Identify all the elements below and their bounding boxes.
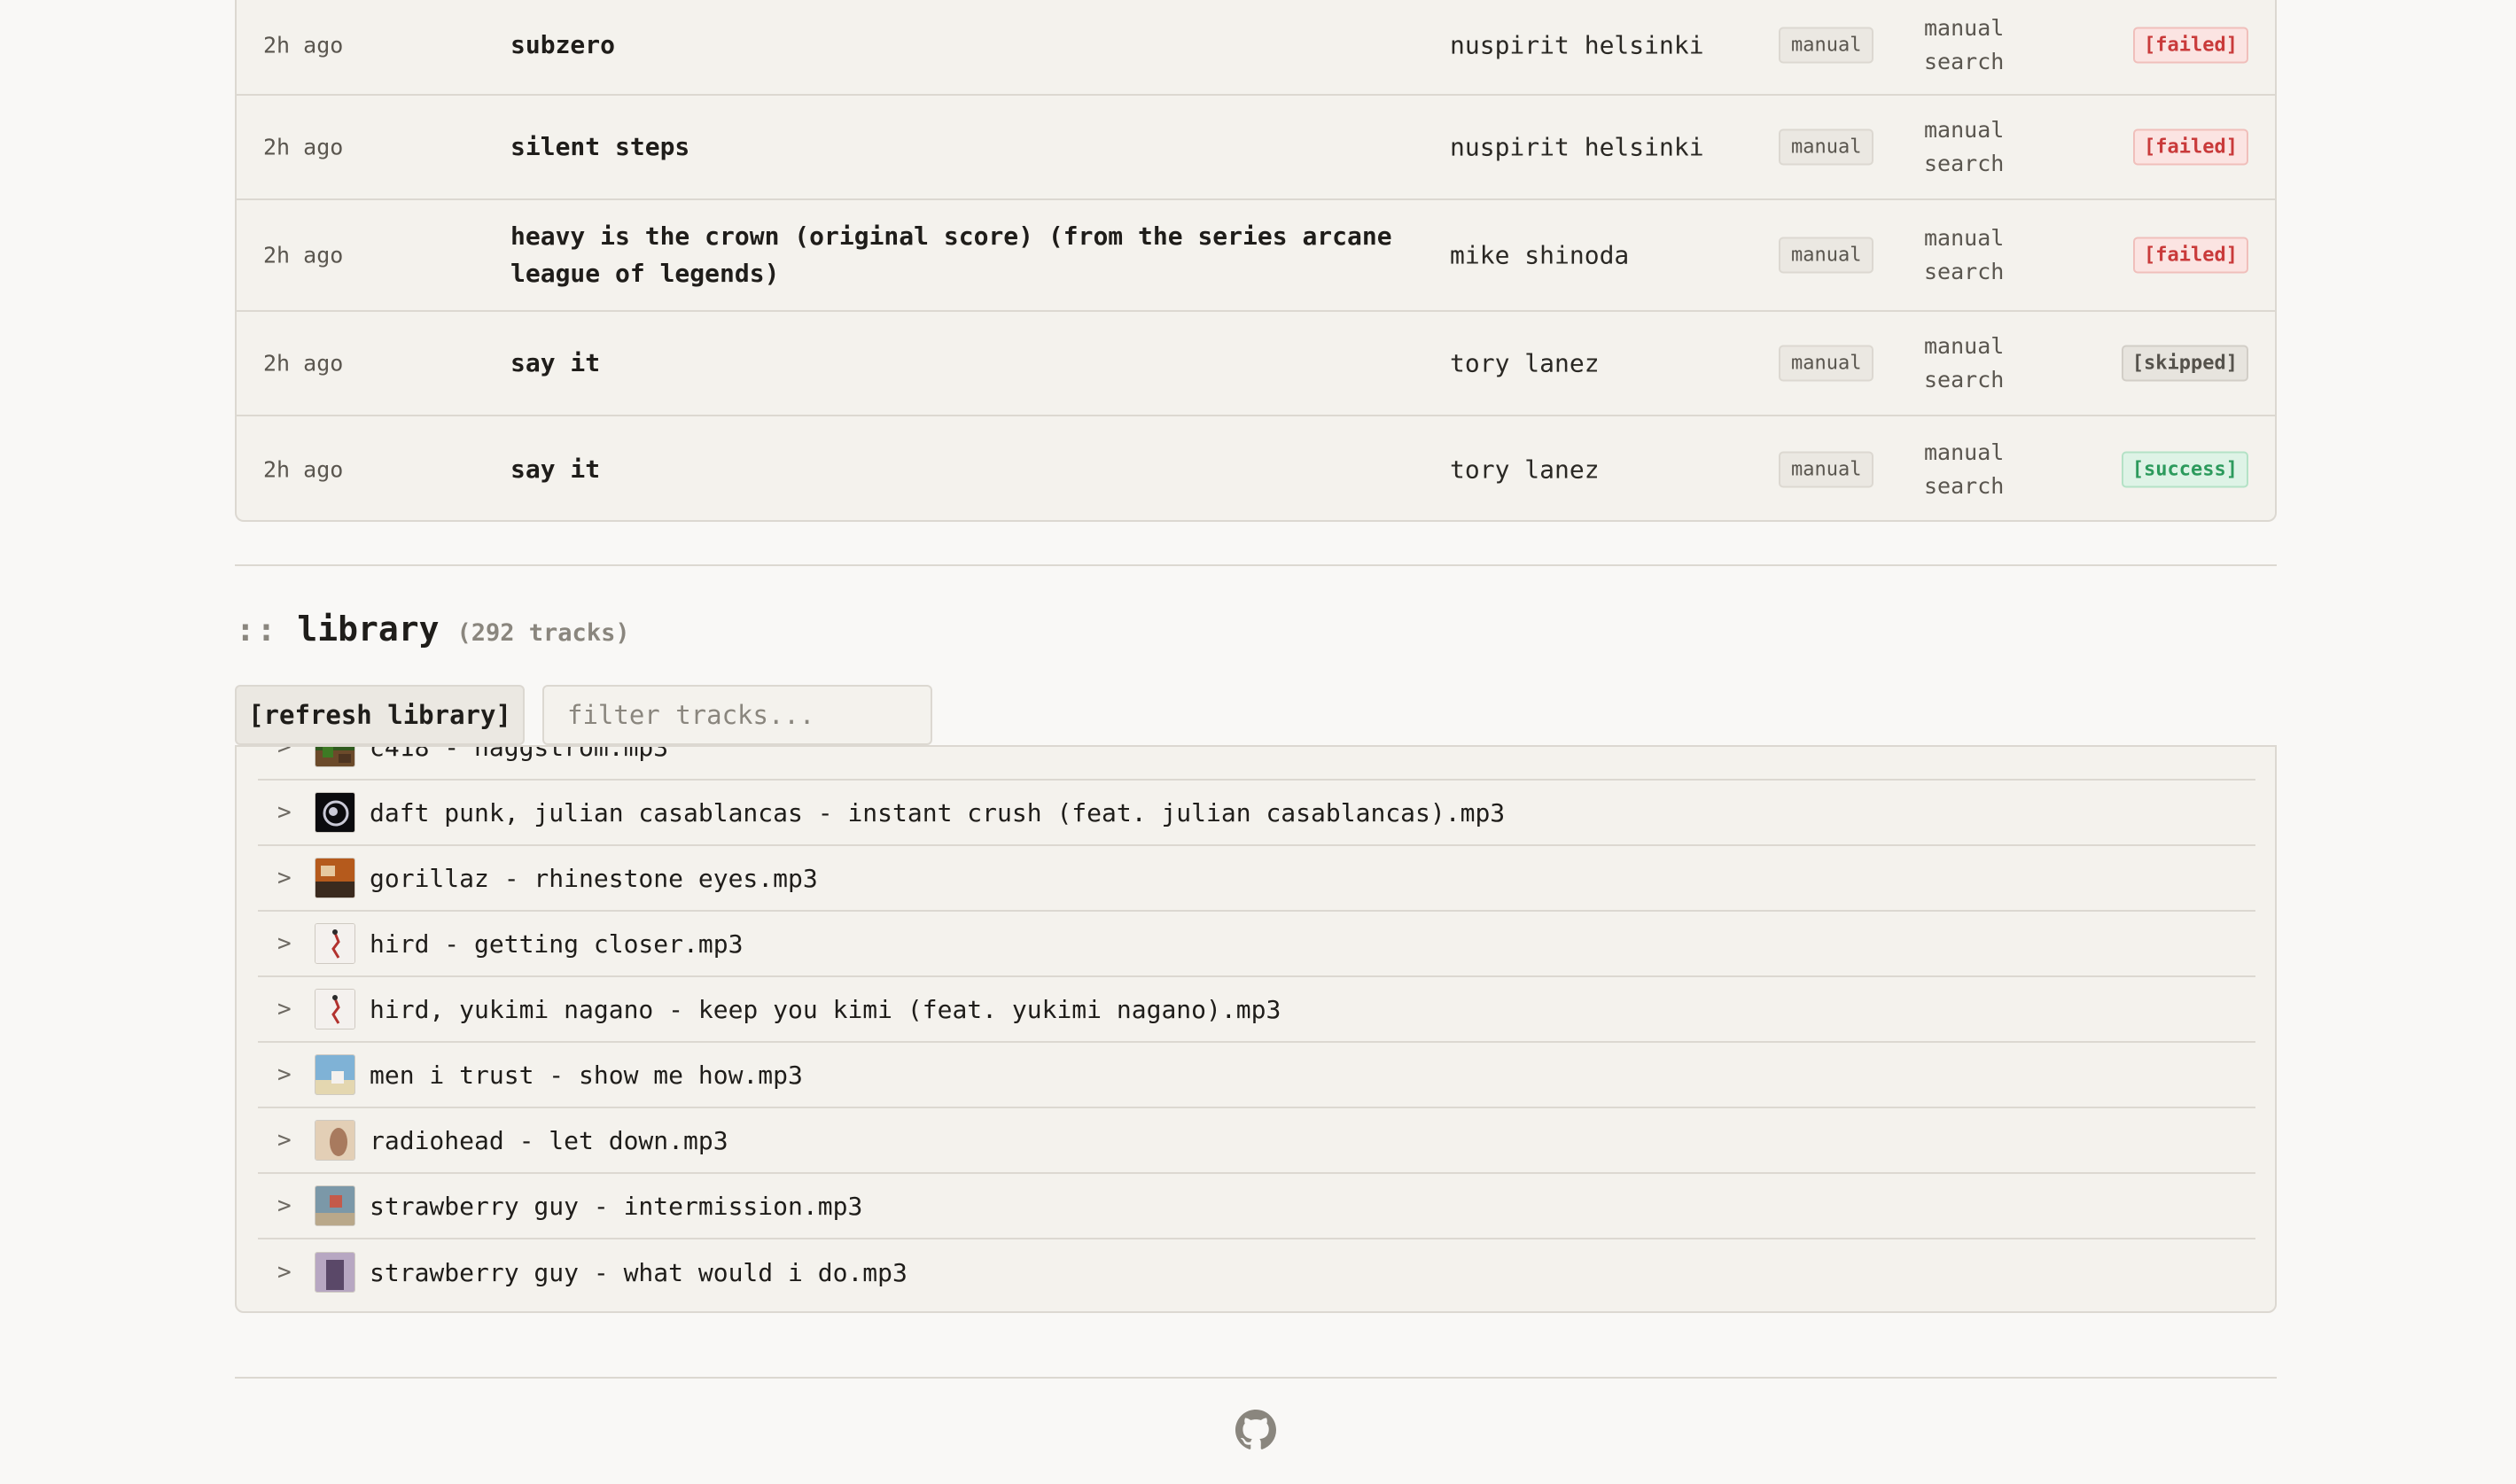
section-divider — [235, 564, 2277, 566]
chevron-right-icon: > — [277, 1127, 292, 1154]
row-time: 2h ago — [263, 350, 344, 377]
status-badge: [failed] — [2133, 27, 2248, 64]
row-artist: nuspirit helsinki — [1450, 30, 1704, 60]
track-name: men i trust - show me how.mp3 — [370, 1060, 803, 1090]
list-item[interactable]: > radiohead - let down.mp3 — [258, 1108, 2255, 1174]
row-type-badge: manual — [1779, 345, 1874, 382]
row-artist: nuspirit helsinki — [1450, 132, 1704, 162]
album-art-icon — [315, 1120, 355, 1161]
album-art-icon — [315, 1054, 355, 1095]
list-item[interactable]: > hird - getting closer.mp3 — [258, 912, 2255, 977]
track-list[interactable]: > c418 - haggstrom.mp3 > daft punk, juli… — [235, 745, 2277, 1313]
track-name: c418 - haggstrom.mp3 — [370, 745, 669, 762]
list-item[interactable]: > strawberry guy - what would i do.mp3 — [258, 1239, 2255, 1305]
track-name: radiohead - let down.mp3 — [370, 1125, 728, 1155]
track-name: hird, yukimi nagano - keep you kimi (fea… — [370, 994, 1281, 1024]
status-badge: [skipped] — [2121, 345, 2248, 382]
row-source: manual search — [1924, 225, 2005, 284]
row-source: manual search — [1924, 439, 2005, 499]
table-row: 2h ago heavy is the crown (original scor… — [237, 200, 2275, 312]
list-item[interactable]: > c418 - haggstrom.mp3 — [258, 745, 2255, 781]
row-artist: tory lanez — [1450, 455, 1600, 484]
album-art-icon — [315, 858, 355, 898]
row-type-badge: manual — [1779, 128, 1874, 166]
row-time: 2h ago — [263, 32, 344, 58]
row-type-badge: manual — [1779, 451, 1874, 487]
row-source: manual search — [1924, 15, 2005, 74]
list-item[interactable]: > gorillaz - rhinestone eyes.mp3 — [258, 846, 2255, 912]
library-header: :: library (292 tracks) — [236, 610, 630, 659]
track-count: (292 tracks) — [456, 619, 630, 647]
album-art-icon — [315, 747, 355, 767]
row-source: manual search — [1924, 117, 2005, 176]
chevron-right-icon: > — [277, 1061, 292, 1088]
section-title: library — [297, 610, 440, 649]
status-badge: [failed] — [2133, 128, 2248, 166]
chevron-right-icon: > — [277, 745, 292, 760]
track-name: gorillaz - rhinestone eyes.mp3 — [370, 863, 818, 893]
album-art-icon — [315, 1252, 355, 1293]
table-row: 2h ago subzero nuspirit helsinki manual … — [237, 0, 2275, 96]
filter-tracks-input[interactable] — [542, 685, 932, 745]
album-art-icon — [315, 792, 355, 833]
track-name: strawberry guy - what would i do.mp3 — [370, 1257, 907, 1287]
section-prefix: :: — [236, 612, 278, 649]
row-time: 2h ago — [263, 456, 344, 482]
row-title: say it — [510, 348, 601, 377]
track-name: hird - getting closer.mp3 — [370, 928, 744, 959]
row-title: say it — [510, 454, 601, 484]
table-row: 2h ago say it tory lanez manual manual s… — [237, 312, 2275, 416]
album-art-icon — [315, 989, 355, 1029]
row-time: 2h ago — [263, 134, 344, 160]
chevron-right-icon: > — [277, 799, 292, 826]
list-item[interactable]: > men i trust - show me how.mp3 — [258, 1043, 2255, 1108]
row-type-badge: manual — [1779, 237, 1874, 274]
list-item[interactable]: > daft punk, julian casablancas - instan… — [258, 781, 2255, 846]
status-badge: [success] — [2121, 451, 2248, 487]
status-badge: [failed] — [2133, 237, 2248, 274]
page: 2h ago subzero nuspirit helsinki manual … — [0, 0, 2516, 1484]
row-artist: tory lanez — [1450, 348, 1600, 378]
album-art-icon — [315, 923, 355, 964]
chevron-right-icon: > — [277, 1259, 292, 1286]
chevron-right-icon: > — [277, 996, 292, 1022]
row-title: subzero — [510, 30, 616, 59]
list-item[interactable]: > hird, yukimi nagano - keep you kimi (f… — [258, 977, 2255, 1043]
row-title: silent steps — [510, 132, 690, 161]
chevron-right-icon: > — [277, 1193, 292, 1219]
row-artist: mike shinoda — [1450, 240, 1630, 270]
chevron-right-icon: > — [277, 865, 292, 891]
chevron-right-icon: > — [277, 930, 292, 957]
track-name: daft punk, julian casablancas - instant … — [370, 797, 1506, 827]
track-name: strawberry guy - intermission.mp3 — [370, 1191, 863, 1221]
row-title: heavy is the crown (original score) (fro… — [510, 221, 1392, 288]
table-row: 2h ago silent steps nuspirit helsinki ma… — [237, 96, 2275, 200]
row-source: manual search — [1924, 333, 2005, 392]
history-table: 2h ago subzero nuspirit helsinki manual … — [235, 0, 2277, 522]
table-row: 2h ago say it tory lanez manual manual s… — [237, 416, 2275, 520]
list-item[interactable]: > strawberry guy - intermission.mp3 — [258, 1174, 2255, 1239]
github-icon[interactable] — [1235, 1410, 1276, 1450]
row-time: 2h ago — [263, 242, 344, 268]
refresh-library-button[interactable]: [refresh library] — [235, 685, 525, 745]
row-type-badge: manual — [1779, 27, 1874, 64]
footer-divider — [235, 1377, 2277, 1379]
album-art-icon — [315, 1185, 355, 1226]
